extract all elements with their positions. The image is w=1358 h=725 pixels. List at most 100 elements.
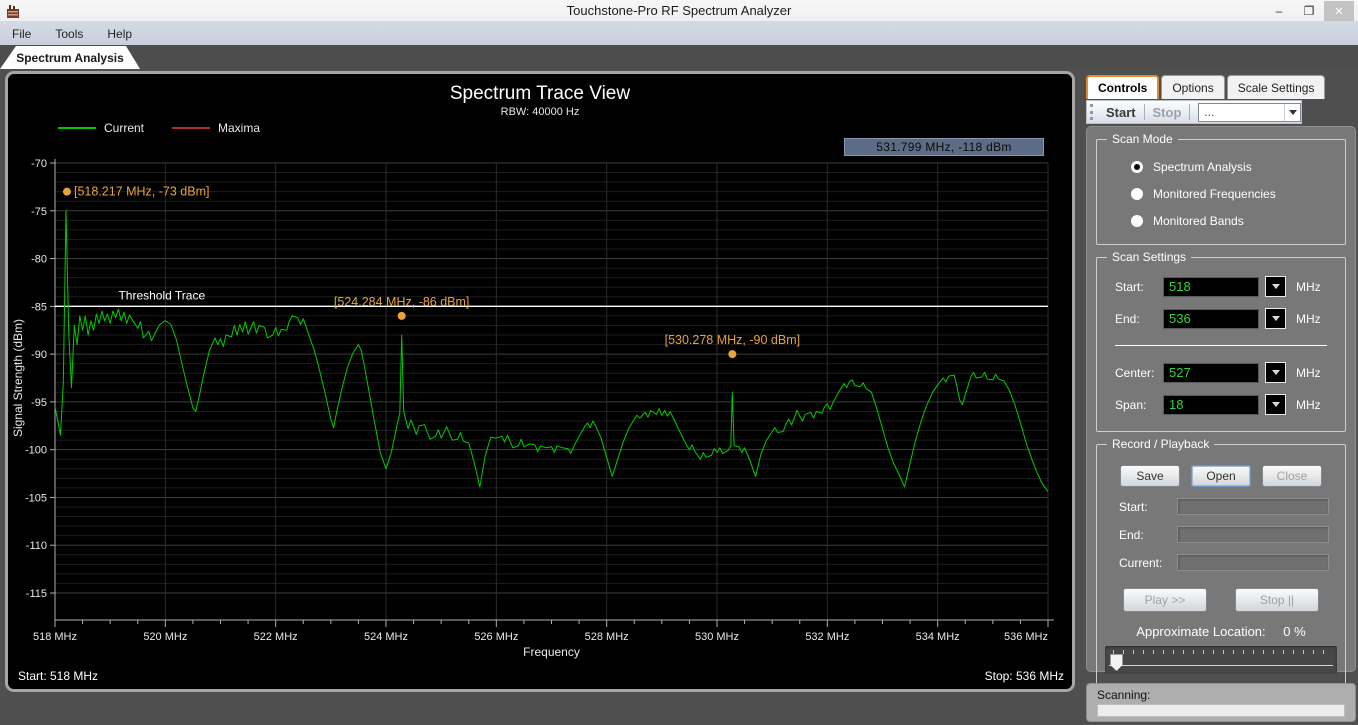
center-frequency-row: Center: MHz bbox=[1115, 362, 1345, 383]
annotation-marker bbox=[62, 187, 71, 196]
control-panel-tabs: Controls Options Scale Settings bbox=[1086, 75, 1327, 99]
slider-ticks bbox=[1113, 650, 1329, 654]
field-label: End: bbox=[1119, 527, 1144, 542]
y-tick-label: -85 bbox=[31, 301, 47, 313]
playback-stop-button[interactable]: Stop || bbox=[1235, 588, 1319, 612]
radio-icon[interactable] bbox=[1131, 188, 1143, 200]
minimize-icon[interactable]: – bbox=[1264, 1, 1294, 21]
scanning-label: Scanning: bbox=[1097, 688, 1151, 702]
x-tick-label: 518 MHz bbox=[33, 631, 77, 643]
annotation-label: [524.284 MHz, -86 dBm] bbox=[334, 295, 469, 309]
y-tick-label: -90 bbox=[31, 349, 47, 361]
radio-icon[interactable] bbox=[1131, 215, 1143, 227]
open-button[interactable]: Open bbox=[1191, 465, 1251, 487]
y-tick-label: -70 bbox=[31, 158, 47, 170]
x-tick-label: 532 MHz bbox=[805, 631, 849, 643]
tab-scale-settings[interactable]: Scale Settings bbox=[1226, 75, 1326, 99]
unit-label: MHz bbox=[1296, 397, 1321, 412]
save-button[interactable]: Save bbox=[1120, 465, 1180, 487]
close-icon[interactable]: ✕ bbox=[1324, 1, 1354, 21]
radio-monitored-bands[interactable]: Monitored Bands bbox=[1131, 214, 1345, 228]
threshold-trace-label: Threshold Trace bbox=[118, 288, 205, 302]
radio-monitored-frequencies[interactable]: Monitored Frequencies bbox=[1131, 187, 1345, 201]
playback-start-field[interactable] bbox=[1177, 498, 1329, 515]
scanning-progress-bar bbox=[1097, 704, 1345, 717]
annotation-label: [518.217 MHz, -73 dBm] bbox=[74, 185, 209, 199]
y-tick-label: -95 bbox=[31, 397, 47, 409]
center-frequency-dropdown[interactable] bbox=[1265, 362, 1286, 383]
approximate-location-label: Approximate Location: bbox=[1136, 624, 1266, 639]
tab-strip: Spectrum Analysis bbox=[0, 45, 1358, 69]
annotation-marker bbox=[728, 350, 737, 359]
y-tick-label: -115 bbox=[26, 588, 47, 600]
field-label: Center: bbox=[1115, 365, 1155, 380]
annotation-label: [530.278 MHz, -90 dBm] bbox=[665, 333, 800, 347]
stop-scan-button[interactable]: Stop bbox=[1145, 105, 1190, 120]
x-tick-label: 520 MHz bbox=[143, 631, 187, 643]
preset-value: ... bbox=[1204, 105, 1215, 119]
preset-dropdown-button[interactable] bbox=[1284, 103, 1300, 121]
tab-controls[interactable]: Controls bbox=[1086, 75, 1160, 99]
y-tick-label: -80 bbox=[31, 254, 47, 266]
radio-spectrum-analysis[interactable]: Spectrum Analysis bbox=[1131, 160, 1345, 174]
tab-options[interactable]: Options bbox=[1161, 75, 1225, 99]
field-label: Start: bbox=[1119, 499, 1148, 514]
divider bbox=[1115, 345, 1327, 346]
field-label: Span: bbox=[1115, 397, 1147, 412]
plot-root: -70 -75 -80 -85 -90 -95 -100 -105 -110 -115 518 MH… bbox=[11, 158, 1054, 659]
tab-spectrum-analysis[interactable]: Spectrum Analysis bbox=[0, 46, 140, 69]
playback-end-field[interactable] bbox=[1177, 526, 1329, 543]
span-row: Span: MHz bbox=[1115, 394, 1345, 415]
end-frequency-row: End: MHz bbox=[1115, 308, 1345, 329]
annotation-marker bbox=[397, 311, 406, 320]
scanning-status-panel: Scanning: bbox=[1086, 683, 1356, 722]
x-tick-label: 528 MHz bbox=[585, 631, 629, 643]
start-scan-button[interactable]: Start bbox=[1098, 105, 1144, 120]
radio-label: Monitored Frequencies bbox=[1153, 187, 1276, 201]
center-frequency-input[interactable] bbox=[1163, 362, 1259, 383]
menu-file[interactable]: File bbox=[0, 24, 43, 44]
play-button[interactable]: Play >> bbox=[1123, 588, 1207, 612]
menu-tools[interactable]: Tools bbox=[43, 24, 95, 44]
x-tick-label: 536 MHz bbox=[1004, 631, 1048, 643]
end-frequency-input[interactable] bbox=[1163, 308, 1259, 329]
y-axis-title: Signal Strength (dBm) bbox=[11, 319, 25, 437]
radio-label: Spectrum Analysis bbox=[1153, 160, 1252, 174]
start-frequency-input[interactable] bbox=[1163, 276, 1259, 297]
radio-icon[interactable] bbox=[1131, 161, 1143, 173]
start-frequency-label: Start: 518 MHz bbox=[18, 669, 99, 683]
chevron-down-icon bbox=[1288, 109, 1297, 115]
x-tick-label: 524 MHz bbox=[364, 631, 408, 643]
restore-icon[interactable]: ❐ bbox=[1294, 1, 1324, 21]
playback-current-field[interactable] bbox=[1177, 554, 1329, 571]
stop-frequency-label: Stop: 536 MHz bbox=[984, 669, 1064, 683]
x-tick-label: 522 MHz bbox=[254, 631, 298, 643]
playback-end-row: End: bbox=[1119, 526, 1345, 543]
approximate-location-value: 0 % bbox=[1283, 624, 1306, 639]
scan-settings-title: Scan Settings bbox=[1107, 250, 1192, 264]
slider-thumb[interactable] bbox=[1110, 654, 1123, 671]
start-frequency-dropdown[interactable] bbox=[1265, 276, 1286, 297]
y-tick-label: -75 bbox=[31, 206, 47, 218]
menu-help[interactable]: Help bbox=[95, 24, 144, 44]
playback-start-row: Start: bbox=[1119, 498, 1345, 515]
spectrum-trace-panel: Spectrum Trace View RBW: 40000 Hz Curren… bbox=[5, 71, 1075, 692]
close-button[interactable]: Close bbox=[1262, 465, 1322, 487]
menu-bar: File Tools Help bbox=[0, 22, 1358, 45]
unit-label: MHz bbox=[1296, 365, 1321, 380]
scan-toolbar: Start Stop ... bbox=[1086, 100, 1302, 124]
end-frequency-dropdown[interactable] bbox=[1265, 308, 1286, 329]
toolbar-grip-icon bbox=[1090, 104, 1093, 120]
preset-combobox[interactable]: ... bbox=[1198, 102, 1302, 122]
playback-position-slider[interactable] bbox=[1105, 646, 1337, 674]
x-tick-label: 530 MHz bbox=[695, 631, 739, 643]
spectrum-plot: -70 -75 -80 -85 -90 -95 -100 -105 -110 -115 518 MH… bbox=[11, 158, 1054, 659]
slider-groove bbox=[1109, 665, 1333, 666]
radio-label: Monitored Bands bbox=[1153, 214, 1244, 228]
record-playback-title: Record / Playback bbox=[1107, 437, 1215, 451]
span-input[interactable] bbox=[1163, 394, 1259, 415]
field-label: Current: bbox=[1119, 555, 1163, 570]
approximate-location: Approximate Location: 0 % bbox=[1097, 624, 1345, 639]
start-frequency-row: Start: MHz bbox=[1115, 276, 1345, 297]
span-dropdown[interactable] bbox=[1265, 394, 1286, 415]
